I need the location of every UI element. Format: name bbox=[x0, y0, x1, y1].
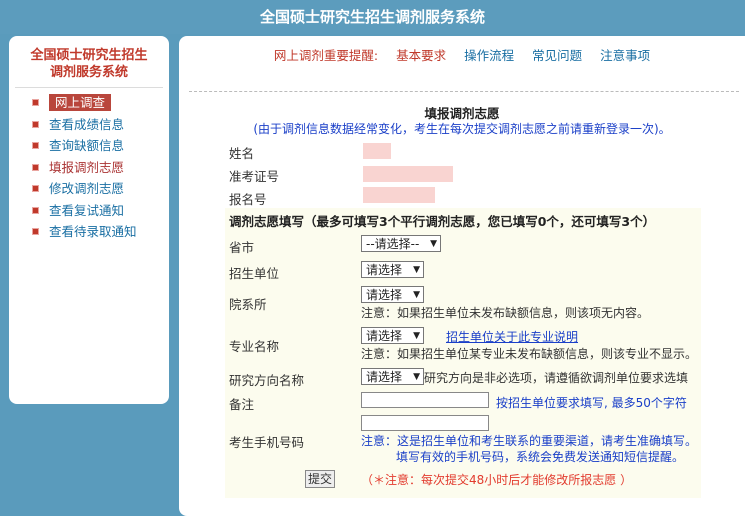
sidebar-item-modify-preferences[interactable]: 修改调剂志愿 bbox=[9, 179, 169, 201]
nav-basic-requirements[interactable]: 基本要求 bbox=[396, 48, 446, 63]
bullet-icon bbox=[33, 207, 38, 213]
nav-process[interactable]: 操作流程 bbox=[464, 48, 514, 63]
sidebar-item-view-scores[interactable]: 查看成绩信息 bbox=[9, 115, 169, 137]
preference-panel: 调剂志愿填写（最多可填写3个平行调剂志愿，您已填写0个，还可填写3个） 省市 -… bbox=[225, 208, 701, 498]
major-info-link[interactable]: 招生单位关于此专业说明 bbox=[446, 328, 578, 345]
sidebar-item-fill-preferences[interactable]: 填报调剂志愿 bbox=[9, 158, 169, 180]
bullet-icon bbox=[33, 164, 38, 170]
dept-note: 注意：如果招生单位未发布缺额信息，则该项无内容。 bbox=[361, 306, 650, 320]
sidebar-item-admission-notice[interactable]: 查看待录取通知 bbox=[9, 222, 169, 244]
phone-note-1: 注意：这是招生单位和考生联系的重要渠道，请考生准确填写。 bbox=[361, 434, 698, 448]
form-subtitle: (由于调剂信息数据经常变化，考生在每次提交调剂志愿之前请重新登录一次)。 bbox=[253, 122, 671, 136]
bullet-icon bbox=[33, 121, 38, 127]
name-label: 姓名 bbox=[229, 146, 255, 161]
dropdown-arrow-icon: ▼ bbox=[413, 372, 420, 382]
sidebar-item-retest-notice[interactable]: 查看复试通知 bbox=[9, 201, 169, 223]
direction-select[interactable]: 请选择 ▼ bbox=[361, 368, 424, 385]
redacted-reg-id bbox=[363, 187, 435, 203]
major-select[interactable]: 请选择 ▼ bbox=[361, 327, 424, 344]
unit-label: 招生单位 bbox=[229, 266, 280, 281]
phone-label: 考生手机号码 bbox=[229, 435, 305, 450]
dropdown-arrow-icon: ▼ bbox=[413, 265, 420, 275]
major-label: 专业名称 bbox=[229, 339, 280, 354]
sidebar-title: 全国硕士研究生招生 调剂服务系统 bbox=[15, 36, 163, 88]
nav-important-reminder: 网上调剂重要提醒: bbox=[273, 48, 379, 63]
app-header: 全国硕士研究生招生调剂服务系统 bbox=[0, 0, 745, 34]
bullet-icon bbox=[33, 229, 38, 234]
bullet-icon bbox=[33, 186, 38, 191]
bullet-icon bbox=[33, 143, 38, 148]
app-title: 全国硕士研究生招生调剂服务系统 bbox=[259, 8, 485, 26]
dept-label: 院系所 bbox=[229, 297, 267, 312]
nav-faq[interactable]: 常见问题 bbox=[532, 48, 582, 63]
dropdown-arrow-icon: ▼ bbox=[430, 239, 437, 249]
divider bbox=[189, 91, 739, 92]
dropdown-arrow-icon: ▼ bbox=[413, 290, 420, 300]
main-panel: 网上调剂重要提醒: 基本要求 操作流程 常见问题 注意事项 填报调剂志愿 (由于… bbox=[179, 36, 745, 516]
submit-button[interactable]: 提交 bbox=[305, 470, 335, 488]
sidebar: 全国硕士研究生招生 调剂服务系统 网上调查 查看成绩信息 查询缺额信息 填报调剂… bbox=[9, 36, 169, 404]
province-select[interactable]: --请选择-- ▼ bbox=[361, 235, 441, 252]
phone-input[interactable] bbox=[361, 415, 489, 431]
direction-note: 研究方向是非必选项，请遵循欲调剂单位要求选填 bbox=[424, 371, 689, 385]
panel-title: 调剂志愿填写（最多可填写3个平行调剂志愿，您已填写0个，还可填写3个） bbox=[229, 214, 656, 229]
remark-label: 备注 bbox=[229, 397, 255, 412]
top-nav: 网上调剂重要提醒: 基本要求 操作流程 常见问题 注意事项 bbox=[179, 45, 745, 64]
redacted-exam-id bbox=[363, 166, 453, 182]
unit-select[interactable]: 请选择 ▼ bbox=[361, 261, 424, 278]
sidebar-item-online-survey[interactable]: 网上调查 bbox=[9, 93, 169, 115]
direction-label: 研究方向名称 bbox=[229, 373, 305, 388]
redacted-name bbox=[363, 143, 391, 159]
reg-id-label: 报名号 bbox=[229, 192, 267, 207]
remark-hint: 按招生单位要求填写, 最多50个字符 bbox=[496, 396, 687, 410]
province-label: 省市 bbox=[229, 240, 255, 255]
dropdown-arrow-icon: ▼ bbox=[413, 331, 420, 341]
bullet-icon bbox=[33, 100, 38, 105]
exam-id-label: 准考证号 bbox=[229, 169, 280, 184]
nav-notes[interactable]: 注意事项 bbox=[600, 48, 650, 63]
dept-select[interactable]: 请选择 ▼ bbox=[361, 286, 424, 303]
sidebar-item-query-vacancies[interactable]: 查询缺额信息 bbox=[9, 136, 169, 158]
submit-warning: （＊注意：每次提交48小时后才能修改所报志愿 ） bbox=[361, 473, 633, 487]
major-note: 注意：如果招生单位某专业未发布缺额信息，则该专业不显示。 bbox=[361, 347, 698, 361]
phone-note-2: 填写有效的手机号码，系统会免费发送通知短信提醒。 bbox=[396, 450, 685, 464]
remark-input[interactable] bbox=[361, 392, 489, 408]
